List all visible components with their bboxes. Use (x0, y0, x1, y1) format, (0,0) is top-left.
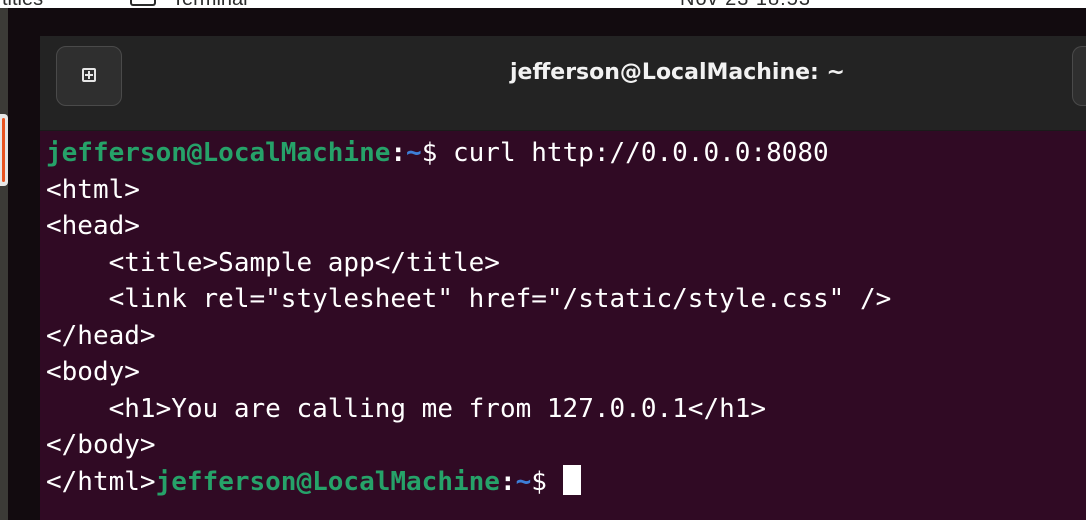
new-tab-button[interactable] (56, 46, 122, 106)
top-bar: tities Terminal Nov 23 18:53 (0, 0, 1086, 10)
terminal-output-area[interactable]: jefferson@LocalMachine:~$ curl http://0.… (40, 131, 1086, 520)
desktop: tities Terminal Nov 23 18:53 jefferson@L… (0, 0, 1086, 520)
prompt-separator: : (499, 466, 516, 497)
output-line: </head> (46, 320, 156, 351)
output-line: <link rel="stylesheet" href="/static/sty… (46, 284, 892, 314)
prompt-symbol: $ (421, 138, 453, 168)
output-line: </html> (46, 466, 156, 497)
output-line: <head> (46, 211, 140, 241)
prompt-user-host: jefferson@LocalMachine (155, 466, 500, 497)
active-prompt-line: </html>jefferson@LocalMachine:~$ (46, 464, 891, 501)
terminal-window: jefferson@LocalMachine: ~ jefferson@Loca… (8, 8, 1086, 520)
output-line: <title>Sample app</title> (46, 247, 500, 278)
new-tab-icon (82, 68, 96, 82)
command-line: jefferson@LocalMachine:~$ curl http://0.… (46, 135, 891, 172)
dock-running-app-indicator[interactable] (0, 114, 8, 186)
window-header-bar[interactable]: jefferson@LocalMachine: ~ (40, 36, 1086, 131)
output-line: </body> (46, 430, 156, 460)
output-line: <h1>You are calling me from 127.0.0.1</h… (46, 393, 767, 424)
prompt-symbol: $ (531, 466, 563, 497)
prompt-path: ~ (406, 138, 422, 168)
terminal-app-icon (130, 0, 156, 6)
command-text: curl http://0.0.0.0:8080 (453, 138, 829, 168)
terminal-text: jefferson@LocalMachine:~$ curl http://0.… (46, 135, 891, 500)
prompt-path: ~ (515, 466, 532, 497)
window-title: jefferson@LocalMachine: ~ (510, 60, 845, 85)
prompt-separator: : (390, 138, 407, 168)
dock (0, 8, 8, 520)
output-line: <html> (46, 174, 140, 205)
text-cursor[interactable] (562, 464, 581, 495)
prompt-user-host: jefferson@LocalMachine (46, 138, 391, 168)
output-line: <body> (46, 357, 140, 387)
header-menu-button[interactable] (1072, 46, 1086, 106)
